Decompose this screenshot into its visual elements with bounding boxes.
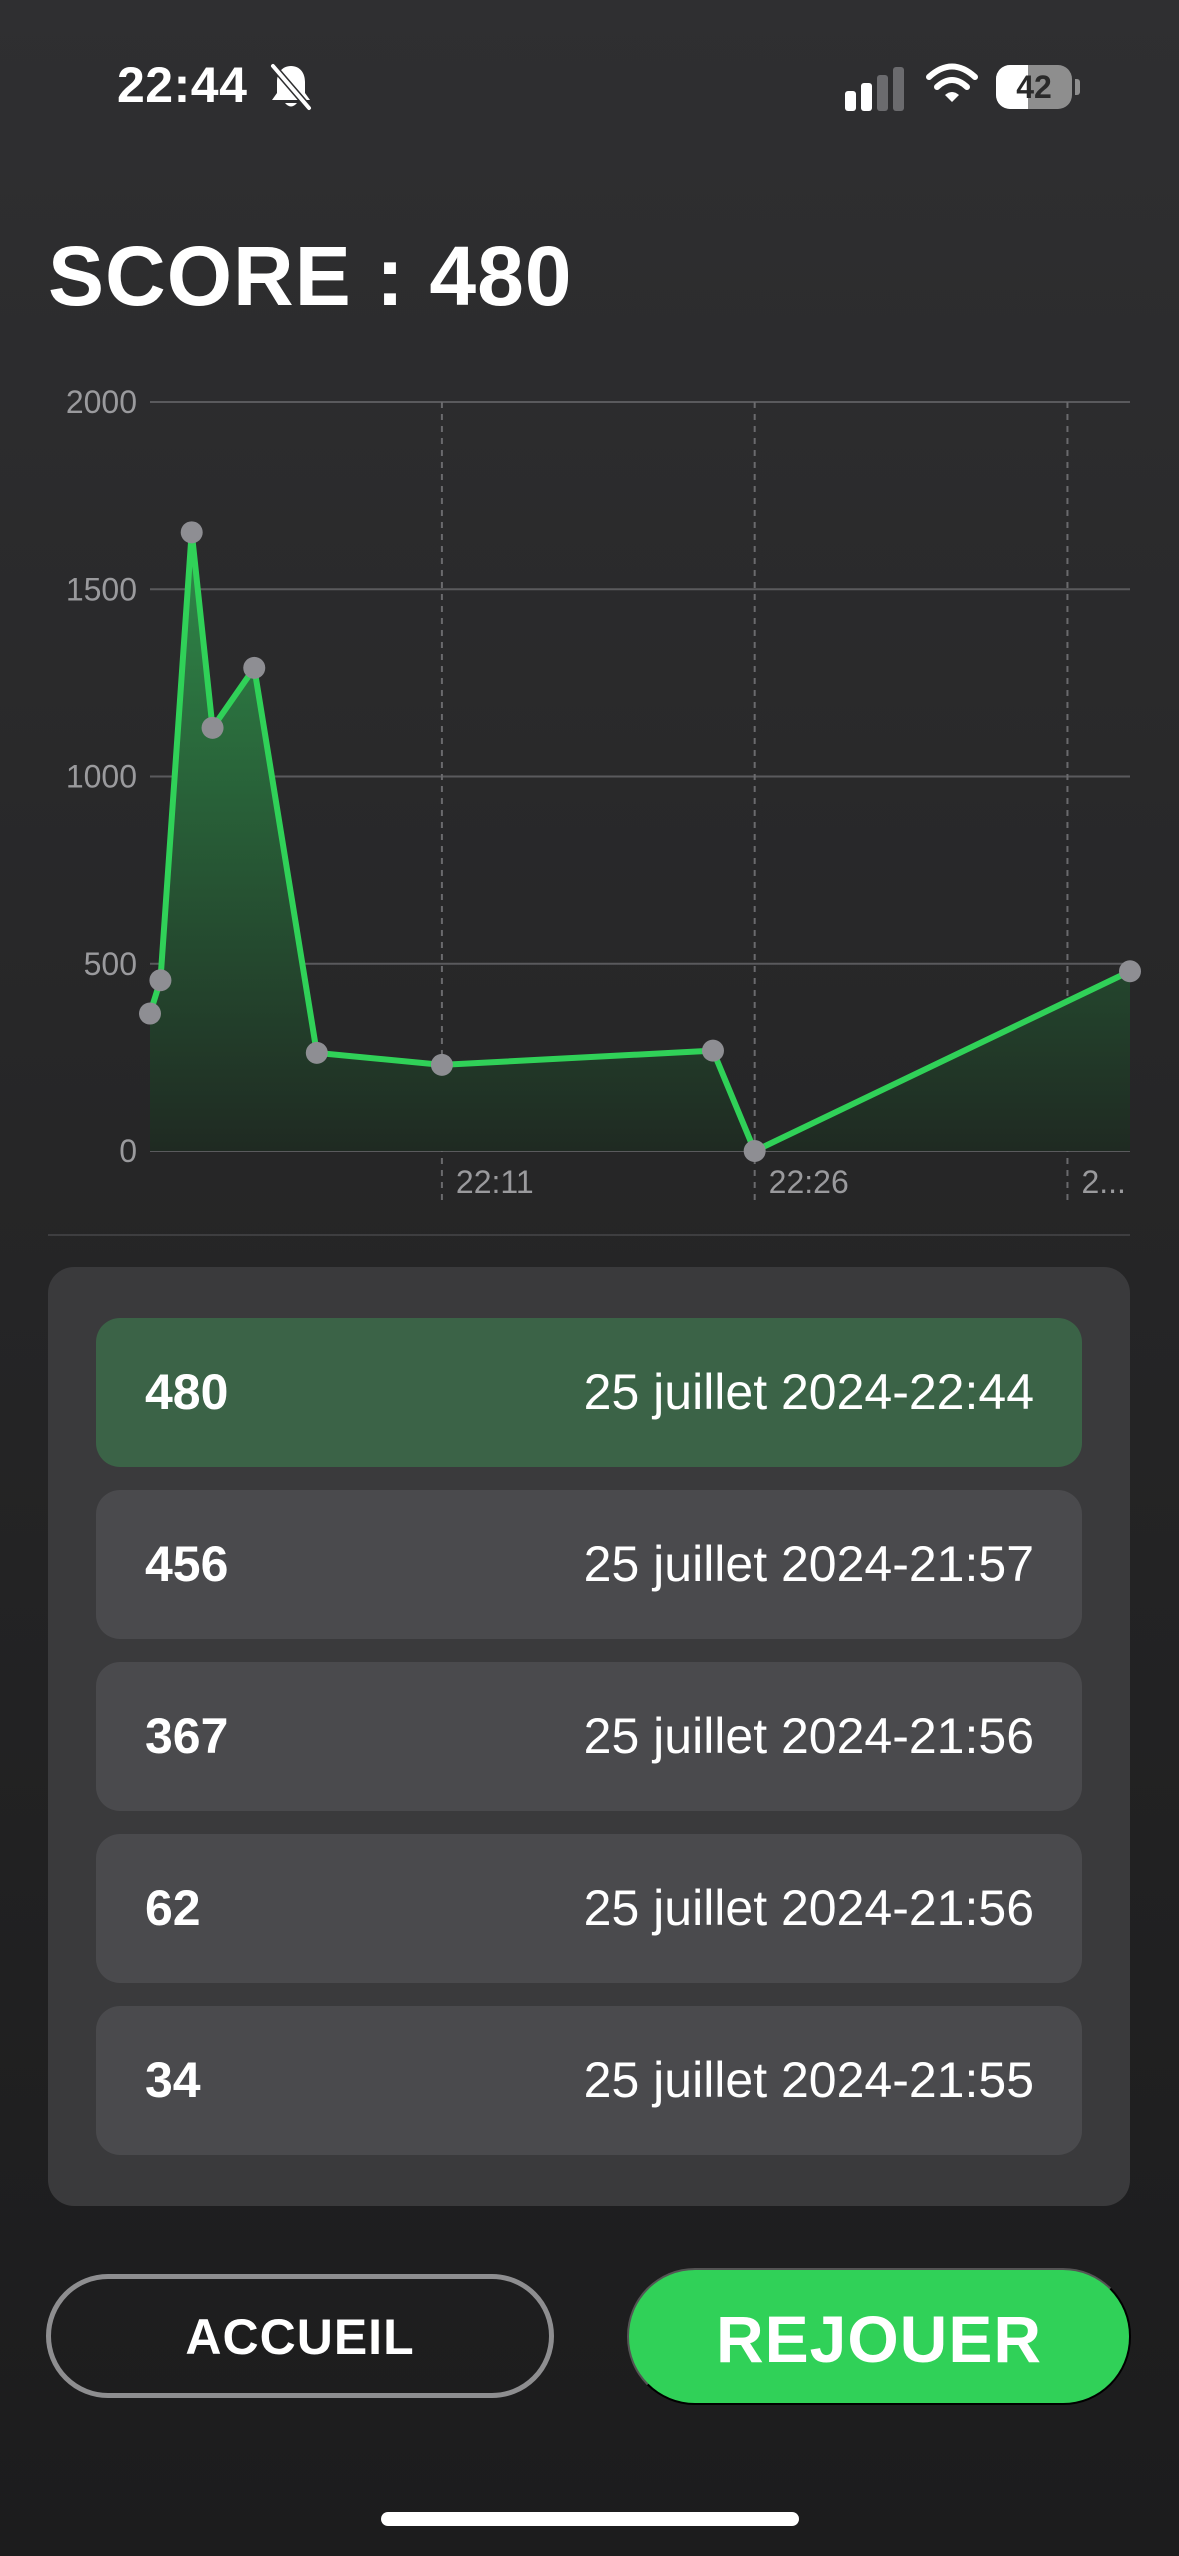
history-row[interactable]: 367 25 juillet 2024-21:56 [96, 1662, 1082, 1811]
history-row-score: 367 [145, 1708, 229, 1764]
series-area [150, 532, 1130, 1151]
y-tick-label: 1000 [66, 759, 137, 795]
home-indicator [381, 2512, 799, 2526]
x-tick-label: 22:26 [769, 1164, 849, 1200]
history-row[interactable]: 480 25 juillet 2024-22:44 [96, 1318, 1082, 1467]
y-tick-label: 500 [84, 946, 137, 982]
battery-level: 42 [1016, 69, 1052, 105]
history-row-date: 25 juillet 2024-21:57 [583, 1536, 1034, 1592]
battery-body: 42 [996, 65, 1072, 109]
x-tick-label: 22:11 [456, 1164, 534, 1200]
status-time: 22:44 [117, 57, 248, 113]
history-row-score: 480 [145, 1364, 229, 1420]
replay-button[interactable]: REJOUER [627, 2268, 1131, 2405]
history-row[interactable]: 34 25 juillet 2024-21:55 [96, 2006, 1082, 2155]
y-tick-label: 0 [119, 1133, 137, 1169]
data-point [180, 521, 203, 544]
battery-icon: 42 [996, 65, 1080, 109]
data-point [201, 716, 224, 739]
history-row-date: 25 juillet 2024-21:56 [583, 1708, 1034, 1764]
data-point [701, 1039, 724, 1062]
score-history-card: 480 25 juillet 2024-22:44 456 25 juillet… [48, 1267, 1130, 2206]
y-tick-label: 1500 [66, 571, 137, 607]
history-row-score: 62 [145, 1880, 201, 1936]
history-row-score: 456 [145, 1536, 229, 1592]
history-row-date: 25 juillet 2024-21:55 [583, 2052, 1034, 2108]
cellular-signal-icon [845, 67, 904, 111]
data-point [1119, 960, 1141, 983]
y-tick-label: 2000 [66, 384, 137, 420]
history-row[interactable]: 62 25 juillet 2024-21:56 [96, 1834, 1082, 1983]
wifi-icon [926, 63, 978, 102]
home-button[interactable]: ACCUEIL [46, 2274, 554, 2398]
data-point [743, 1140, 766, 1162]
bell-slash-icon [269, 62, 313, 112]
page-title: SCORE : 480 [48, 229, 573, 323]
history-row[interactable]: 456 25 juillet 2024-21:57 [96, 1490, 1082, 1639]
history-row-date: 25 juillet 2024-21:56 [583, 1880, 1034, 1936]
status-bar: 22:44 42 [0, 0, 1179, 175]
data-point [149, 969, 172, 992]
data-point [430, 1053, 453, 1076]
battery-tip [1075, 79, 1080, 95]
history-row-score: 34 [145, 2052, 201, 2108]
score-chart: 0 500 1000 1500 2000 22:11 22:26 2... [66, 384, 1141, 1205]
x-tick-label: 2... [1081, 1164, 1125, 1200]
data-point [139, 1002, 161, 1025]
chart-divider [48, 1234, 1130, 1236]
data-point [243, 656, 266, 679]
history-row-date: 25 juillet 2024-22:44 [583, 1364, 1034, 1420]
data-point [305, 1041, 328, 1064]
